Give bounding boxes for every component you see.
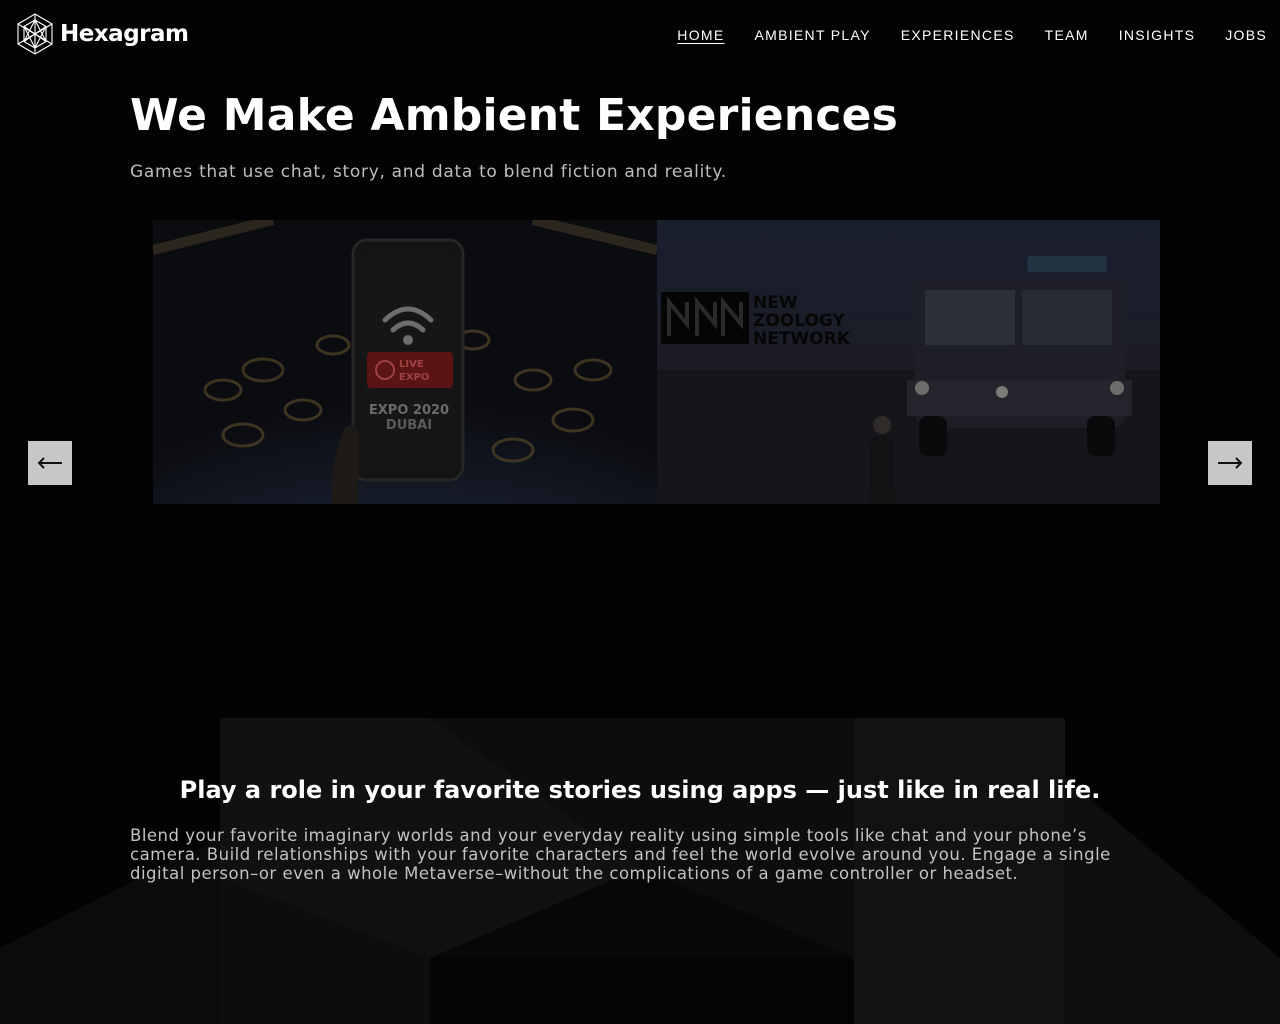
- svg-text:DUBAI: DUBAI: [386, 418, 432, 433]
- page: Hexagram HOME AMBIENT PLAY EXPERIENCES T…: [0, 0, 1280, 1024]
- svg-text:ZOOLOGY: ZOOLOGY: [753, 311, 845, 331]
- brand-name: Hexagram: [60, 21, 189, 47]
- feature-title: Play a role in your favorite stories usi…: [179, 776, 1101, 804]
- carousel-slide-expo-2020[interactable]: LIVE EXPO EXPO 2020 DUBAI: [153, 220, 657, 504]
- site-header: Hexagram HOME AMBIENT PLAY EXPERIENCES T…: [0, 0, 1280, 70]
- page-title: We Make Ambient Experiences: [130, 90, 899, 141]
- experience-carousel: LIVE EXPO EXPO 2020 DUBAI NEW ZOOLOGY NE…: [0, 220, 1280, 505]
- main-nav: HOME AMBIENT PLAY EXPERIENCES TEAM INSIG…: [677, 26, 1267, 44]
- logo-link[interactable]: Hexagram: [14, 12, 189, 56]
- carousel-prev-button[interactable]: [28, 441, 72, 485]
- svg-text:NETWORK: NETWORK: [753, 329, 851, 349]
- nav-item-insights[interactable]: INSIGHTS: [1119, 26, 1196, 44]
- feature-description: Blend your favorite imaginary worlds and…: [130, 826, 1111, 883]
- carousel-slide-new-zoology-network[interactable]: NEW ZOOLOGY NETWORK: [657, 220, 1160, 504]
- nav-item-jobs[interactable]: JOBS: [1225, 26, 1267, 44]
- expo-2020-dubai-image: LIVE EXPO EXPO 2020 DUBAI: [153, 220, 657, 504]
- nav-item-ambient-play[interactable]: AMBIENT PLAY: [754, 26, 870, 44]
- carousel-next-button[interactable]: [1208, 441, 1252, 485]
- svg-text:EXPO: EXPO: [399, 372, 429, 383]
- hexagram-logo-icon: [17, 13, 53, 55]
- svg-text:NEW: NEW: [753, 293, 798, 313]
- arrow-right-icon: [1218, 457, 1243, 469]
- nav-item-experiences[interactable]: EXPERIENCES: [901, 26, 1015, 44]
- svg-text:EXPO 2020: EXPO 2020: [369, 403, 449, 418]
- svg-text:LIVE: LIVE: [399, 359, 424, 370]
- arrow-left-icon: [37, 457, 62, 469]
- page-subtitle: Games that use chat, story, and data to …: [130, 162, 727, 182]
- nav-item-team[interactable]: TEAM: [1045, 26, 1089, 44]
- new-zoology-network-image: NEW ZOOLOGY NETWORK: [657, 220, 1160, 504]
- nav-item-home[interactable]: HOME: [677, 26, 724, 44]
